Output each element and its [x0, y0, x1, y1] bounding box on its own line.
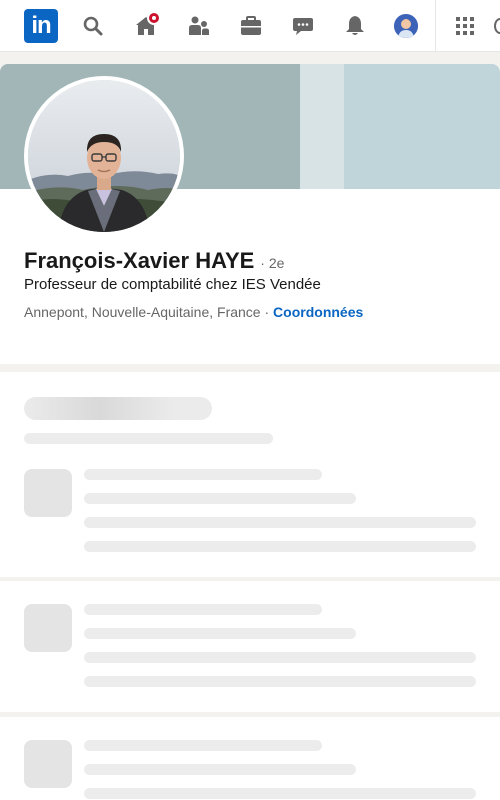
profile-headline: Professeur de comptabilité chez IES Vend…	[24, 276, 321, 293]
name-row: François-Xavier HAYE · 2e	[24, 248, 284, 274]
profile-card: François-Xavier HAYE · 2e Professeur de …	[0, 64, 500, 364]
skeleton-line	[84, 493, 356, 504]
messaging-nav-button[interactable]	[285, 8, 321, 44]
nav-divider	[435, 0, 436, 52]
skeleton-line	[84, 764, 356, 775]
banner-stripe	[300, 64, 344, 189]
loading-section-2	[0, 581, 500, 712]
apps-grid-icon	[456, 17, 474, 35]
skeleton-line	[84, 652, 476, 663]
profile-photo[interactable]	[24, 76, 184, 236]
skeleton-line	[84, 740, 322, 751]
skeleton-title	[24, 397, 212, 420]
jobs-nav-button[interactable]	[233, 8, 269, 44]
my-network-icon	[189, 16, 209, 35]
skeleton-line	[84, 788, 476, 799]
top-navigation-bar: in	[0, 0, 500, 52]
premium-icon-partial[interactable]	[494, 18, 500, 34]
loading-section-1	[0, 372, 500, 577]
jobs-icon	[241, 16, 261, 35]
search-icon	[83, 16, 103, 36]
logo-text: in	[31, 12, 51, 39]
skeleton-line	[84, 676, 476, 687]
skeleton-thumbnail	[24, 469, 72, 517]
skeleton-subtitle	[24, 433, 273, 444]
home-nav-button[interactable]	[128, 8, 164, 44]
avatar-portrait-icon	[394, 14, 418, 38]
linkedin-logo[interactable]: in	[24, 9, 58, 43]
skeleton-line	[84, 541, 476, 552]
messaging-icon	[293, 18, 313, 35]
location-row: Annepont, Nouvelle-Aquitaine, France · C…	[24, 304, 363, 320]
profile-name: François-Xavier HAYE	[24, 248, 255, 273]
connection-degree: · 2e	[260, 255, 285, 271]
notifications-icon	[346, 16, 364, 35]
skeleton-thumbnail	[24, 740, 72, 788]
skeleton-line	[84, 517, 476, 528]
notifications-nav-button[interactable]	[337, 8, 373, 44]
my-network-nav-button[interactable]	[181, 8, 217, 44]
profile-portrait-image	[28, 80, 180, 232]
search-button[interactable]	[75, 8, 111, 44]
loading-section-3	[0, 717, 500, 800]
notification-badge	[147, 11, 161, 25]
skeleton-thumbnail	[24, 604, 72, 652]
apps-grid-button[interactable]	[447, 8, 483, 44]
skeleton-line	[84, 604, 322, 615]
profile-location: Annepont, Nouvelle-Aquitaine, France	[24, 304, 261, 320]
contact-info-link[interactable]: Coordonnées	[273, 304, 363, 320]
skeleton-line	[84, 628, 356, 639]
location-separator: ·	[264, 304, 270, 320]
me-avatar[interactable]	[394, 14, 418, 38]
skeleton-line	[84, 469, 322, 480]
